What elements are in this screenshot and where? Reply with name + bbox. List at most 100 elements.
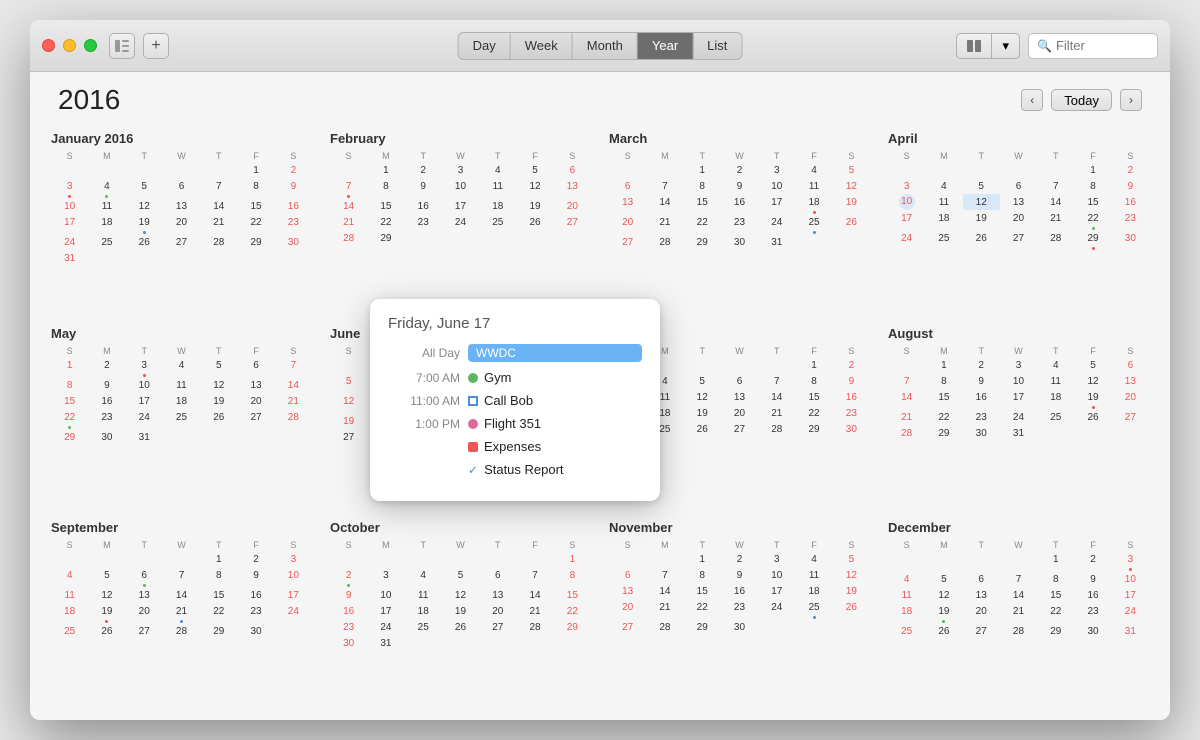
layout-option-2[interactable]: ▾ [992, 34, 1019, 58]
day-cell[interactable]: 12 [126, 198, 163, 214]
month-november: November SMTWTFS 12345 6789101112 131415… [600, 513, 879, 708]
expenses-sq-icon [468, 442, 478, 452]
day-cell[interactable]: 29 [237, 234, 274, 250]
popup-time-flight: 1:00 PM [388, 417, 460, 431]
popup-title-bold: Friday, [388, 315, 433, 332]
day-cell[interactable]: 7 [200, 178, 237, 194]
popup-event-flight-name: Flight 351 [484, 416, 541, 431]
popup-time-callbob: 11:00 AM [388, 394, 460, 408]
day-grid-august: 123456 78910111213 14151617181920 212223… [888, 357, 1149, 441]
day-cell[interactable]: 9 [275, 178, 312, 194]
next-year-button[interactable]: › [1120, 89, 1142, 111]
day-cell[interactable]: 30 [275, 234, 312, 250]
today-button[interactable]: Today [1051, 89, 1112, 111]
day-grid-may: 1 2 3 4 5 6 7 8 9 10 11 12 13 14 15 16 1… [51, 357, 312, 445]
day-cell [88, 162, 125, 178]
day-wrapper: 4 [88, 178, 125, 198]
day-grid-september: 123 45678910 11121314151617 181920212223… [51, 551, 312, 639]
filter-input[interactable] [1056, 38, 1149, 53]
day-wrapper: 3 [51, 178, 88, 198]
day-cell[interactable]: 15 [237, 198, 274, 214]
popup-event-expenses-name: Expenses [484, 439, 541, 454]
day-cell[interactable]: 4 [104, 178, 110, 194]
day-cell[interactable]: 27 [163, 234, 200, 250]
view-list-button[interactable]: List [693, 33, 741, 59]
day-cell [275, 250, 312, 266]
day-grid-november: 12345 6789101112 13141516171819 20212223… [609, 551, 870, 635]
view-year-button[interactable]: Year [638, 33, 693, 59]
day-grid-october: 1 2345678 9101112131415 16171819202122 2… [330, 551, 591, 651]
day-cell[interactable]: 23 [275, 214, 312, 230]
calendar-grid: January 2016 S M T W T F S 1 2 3 [30, 124, 1170, 720]
day-cell[interactable]: 13 [163, 198, 200, 214]
view-month-button[interactable]: Month [573, 33, 638, 59]
day-cell[interactable]: 19 [139, 214, 150, 230]
minimize-button[interactable] [63, 39, 76, 52]
day-grid-march: 1 2 3 4 5 6 7 8 9 10 11 12 13 14 15 16 1… [609, 162, 870, 250]
month-january: January 2016 S M T W T F S 1 2 3 [42, 124, 321, 319]
add-event-button[interactable]: + [143, 33, 169, 59]
day-cell[interactable]: 26 [126, 234, 163, 250]
popup-event-callbob[interactable]: 11:00 AM Call Bob [388, 393, 642, 408]
popup-event-flight[interactable]: 1:00 PM Flight 351 [388, 416, 642, 431]
day-cell[interactable]: 8 [237, 178, 274, 194]
day-cell[interactable]: 3 [67, 178, 73, 194]
day-grid-december: 123 45678910 11121314151617 181920212223… [888, 551, 1149, 639]
window-controls: + [109, 33, 169, 59]
popup-event-wwdc[interactable]: All Day WWDC [388, 344, 642, 362]
day-cell[interactable]: 18 [88, 214, 125, 230]
day-cell [200, 162, 237, 178]
day-cell[interactable]: 5 [126, 178, 163, 194]
popup-event-expenses[interactable]: Expenses [388, 439, 642, 454]
maximize-button[interactable] [84, 39, 97, 52]
layout-segment[interactable]: ▾ [956, 33, 1020, 59]
popup-title: Friday, June 17 [388, 315, 642, 332]
flight-dot-icon [468, 419, 478, 429]
view-switcher: Day Week Month Year List [458, 32, 743, 60]
month-april: April SMTWTFS 1 2 3 4 5 6 7 8 9 10 11 [879, 124, 1158, 319]
filter-box[interactable]: 🔍 [1028, 33, 1158, 59]
day-cell[interactable]: 16 [275, 198, 312, 214]
popup-event-gym-name: Gym [484, 370, 511, 385]
month-title-september: September [51, 520, 312, 535]
month-september: September SMTWTFS 123 45678910 111213141… [42, 513, 321, 708]
year-title: 2016 [58, 84, 120, 116]
day-cell [88, 250, 125, 266]
month-title-may: May [51, 326, 312, 341]
month-may: May SMTWTFS 1 2 3 4 5 6 7 8 9 10 11 12 1… [42, 319, 321, 514]
prev-year-button[interactable]: ‹ [1021, 89, 1043, 111]
view-day-button[interactable]: Day [459, 33, 511, 59]
month-october: October SMTWTFS 1 2345678 9101112131415 … [321, 513, 600, 708]
day-cell[interactable]: 1 [237, 162, 274, 178]
day-cell[interactable]: 6 [163, 178, 200, 194]
day-cell[interactable]: 14 [200, 198, 237, 214]
day-cell[interactable]: 31 [51, 250, 88, 266]
popup-event-gym[interactable]: 7:00 AM Gym [388, 370, 642, 385]
day-cell [163, 162, 200, 178]
day-cell[interactable]: 20 [163, 214, 200, 230]
dh-t: T [126, 150, 163, 162]
popup-event-status[interactable]: ✓ Status Report [388, 462, 642, 477]
popup-title-date: June 17 [437, 315, 490, 332]
event-popup: Friday, June 17 All Day WWDC 7:00 AM Gym… [370, 299, 660, 501]
day-cell[interactable]: 21 [200, 214, 237, 230]
day-cell[interactable]: 17 [51, 214, 88, 230]
popup-event-status-name: Status Report [484, 462, 564, 477]
layout-option-1[interactable] [957, 34, 992, 58]
day-headers: SMTWTFS [330, 150, 591, 162]
day-cell [237, 250, 274, 266]
sidebar-toggle-button[interactable] [109, 33, 135, 59]
dh-m: M [88, 150, 125, 162]
day-cell[interactable]: 22 [237, 214, 274, 230]
day-cell[interactable]: 25 [88, 234, 125, 250]
view-week-button[interactable]: Week [511, 33, 573, 59]
day-cell[interactable]: 11 [88, 198, 125, 214]
day-cell[interactable]: 24 [51, 234, 88, 250]
day-cell[interactable]: 2 [275, 162, 312, 178]
day-grid-april: 1 2 3 4 5 6 7 8 9 10 11 12 13 14 15 16 1… [888, 162, 1149, 266]
day-cell[interactable]: 10 [51, 198, 88, 214]
dh-f: F [237, 150, 274, 162]
day-headers-january: S M T W T F S [51, 150, 312, 162]
day-cell[interactable]: 28 [200, 234, 237, 250]
close-button[interactable] [42, 39, 55, 52]
